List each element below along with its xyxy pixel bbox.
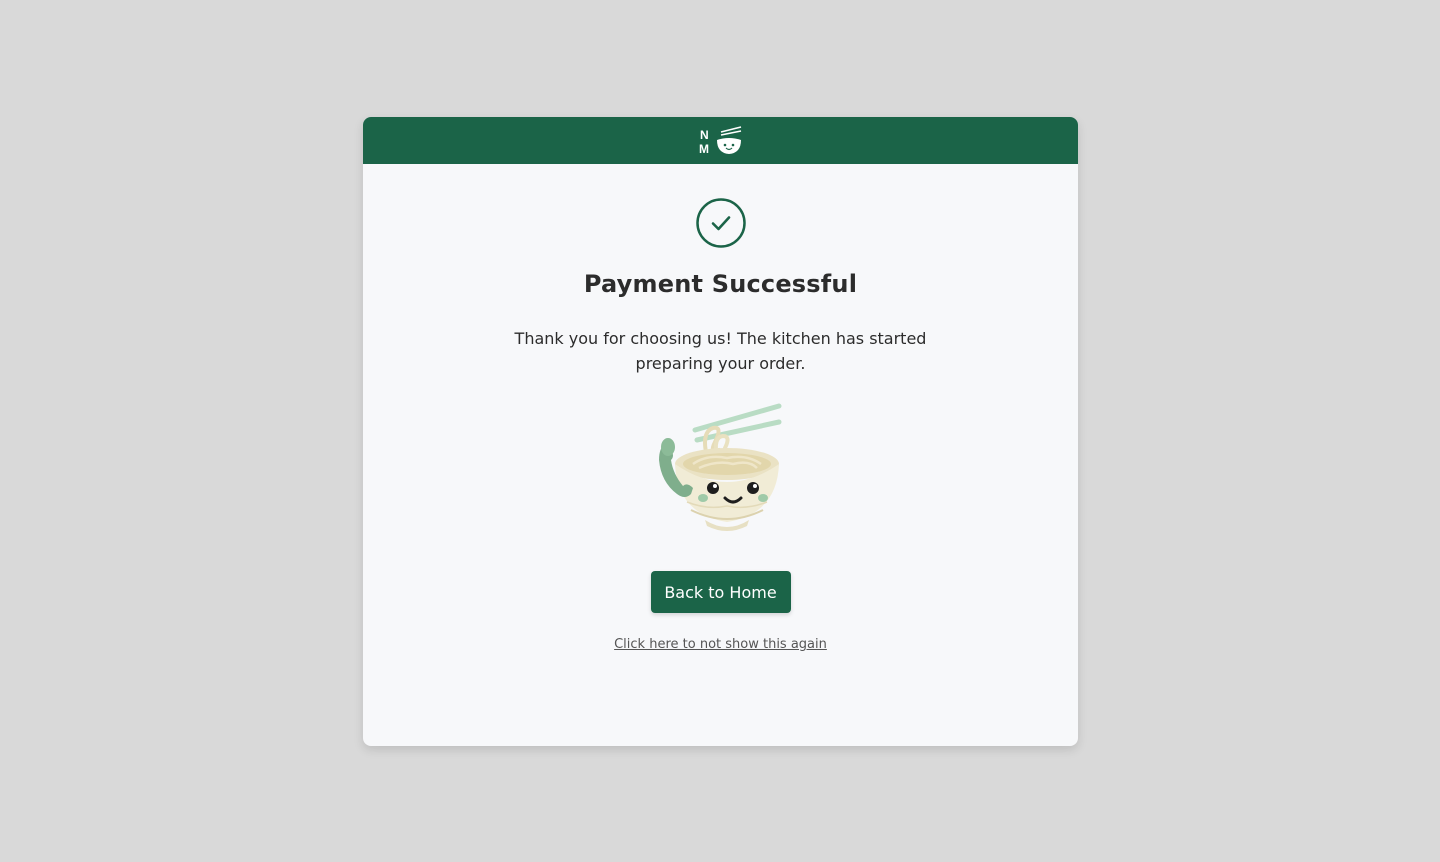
card-header: N M: [363, 117, 1078, 164]
success-message: Thank you for choosing us! The kitchen h…: [514, 329, 927, 373]
svg-text:N: N: [700, 128, 709, 142]
noodle-logo-icon: N M: [699, 125, 741, 156]
brand-logo: N M: [699, 125, 743, 156]
payment-success-card: N M Payment Successful Thank you for cho…: [363, 117, 1078, 746]
card-content: Payment Successful Thank you for choosin…: [363, 164, 1078, 652]
svg-text:M: M: [699, 142, 709, 156]
noodle-bowl-mascot-icon: [658, 403, 781, 531]
page-title: Payment Successful: [583, 270, 858, 298]
check-circle-icon: [695, 198, 746, 248]
back-to-home-button[interactable]: Back to Home: [650, 571, 791, 613]
dont-show-again-link[interactable]: Click here to not show this again: [614, 637, 827, 652]
